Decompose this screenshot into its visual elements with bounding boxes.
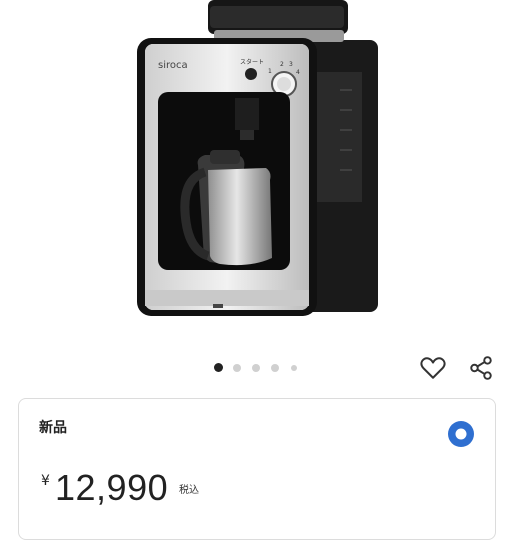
share-icon [470,356,492,380]
start-button[interactable] [245,68,257,80]
pagination-dot[interactable] [291,365,297,371]
currency-symbol: ¥ [41,473,50,489]
pagination-dot[interactable] [271,364,279,372]
share-button[interactable] [466,353,496,383]
dial-mark: 4 [296,69,300,76]
price-value: 12,990 [55,467,169,508]
water-tank-window [312,72,362,202]
start-label: スタート [240,58,264,66]
dial-mark: 2 [280,61,284,68]
pagination-dot[interactable] [252,364,260,372]
dial-mark: 3 [289,61,293,68]
pagination-dot[interactable] [233,364,241,372]
like-button[interactable] [418,353,448,383]
listing-option-card[interactable]: 新品 ¥ 12,990 税込 [18,398,496,540]
brand-logo: siroca [158,60,188,71]
pagination-dot-active[interactable] [214,363,223,372]
heart-icon [420,357,446,379]
selected-radio-button[interactable] [447,420,475,448]
dial-mark: 1 [268,68,272,75]
carafe [208,168,272,266]
condition-label: 新品 [39,420,67,436]
tax-label: 税込 [179,485,199,496]
product-image[interactable]: siroca スタート 2 1 3 4 [0,0,512,350]
